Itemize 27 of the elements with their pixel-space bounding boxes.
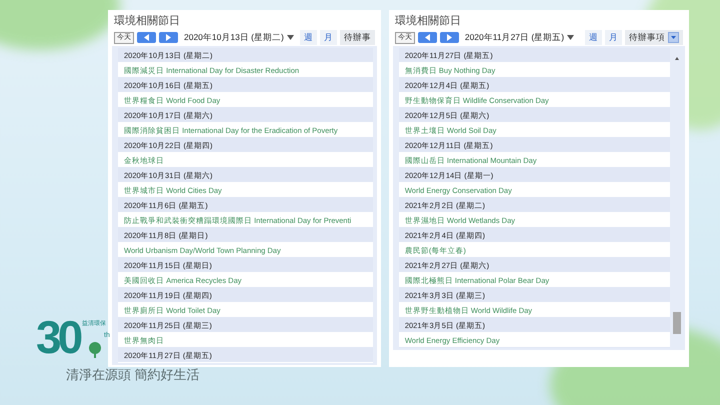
left-arrow-icon xyxy=(144,34,149,41)
previous-button[interactable] xyxy=(418,32,437,43)
scrollbar-thumb[interactable] xyxy=(672,312,681,334)
caret-icon[interactable] xyxy=(567,35,574,40)
left-arrow-icon xyxy=(424,34,430,41)
current-date: 2020年10月13日 (星期二) xyxy=(184,32,284,44)
scroll-up-icon[interactable] xyxy=(672,55,681,61)
slogan: 清淨在源頭 簡約好生活 xyxy=(66,366,200,384)
view-tab[interactable]: 月 xyxy=(320,30,337,45)
previous-button[interactable] xyxy=(137,32,156,43)
right-arrow-icon xyxy=(166,34,171,41)
logo-number: 30 xyxy=(36,312,80,362)
next-button[interactable] xyxy=(159,32,178,43)
view-tab[interactable]: 待辦事項 xyxy=(624,30,683,45)
view-tab[interactable]: 月 xyxy=(604,30,622,45)
caret-icon xyxy=(670,36,676,39)
view-tab[interactable]: 週 xyxy=(300,30,317,45)
caret-icon[interactable] xyxy=(286,35,294,40)
view-tab[interactable]: 週 xyxy=(584,30,602,45)
dropdown-button[interactable] xyxy=(668,32,679,43)
next-button[interactable] xyxy=(440,32,459,43)
right-arrow-icon xyxy=(446,34,452,41)
tree-icon xyxy=(86,342,104,358)
calendar-title: 環境相關節日 xyxy=(113,14,181,29)
view-tab[interactable]: 待辦事 xyxy=(340,30,375,45)
current-date: 2020年11月27日 (星期五) xyxy=(464,32,564,44)
calendar-title: 環境相關節日 xyxy=(394,14,462,29)
